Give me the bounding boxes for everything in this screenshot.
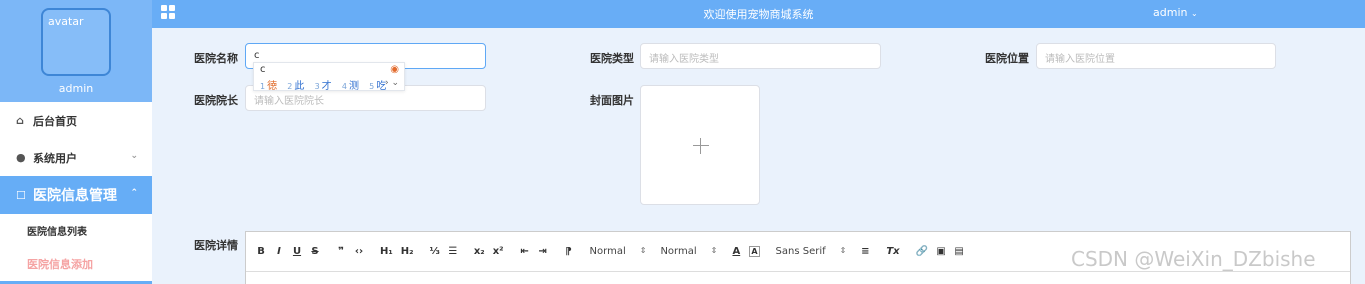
hospital-director-placeholder: 请输入医院院长 (254, 96, 324, 107)
link-icon[interactable]: 🔗 (916, 246, 928, 257)
hospital-type-input[interactable]: 请输入医院类型 (640, 43, 881, 69)
select-arrow-icon: ⇕ (639, 246, 647, 255)
hospital-location-label: 医院位置 (985, 52, 1029, 65)
outdent-button[interactable]: ⇤ (520, 246, 530, 257)
background-color-button[interactable]: A (749, 246, 760, 257)
menu-item-label: 后台首页 (33, 114, 77, 128)
ime-candidates: 1徳 2此 3才 4测 5吃 (260, 77, 393, 92)
video-icon[interactable]: ▤ (954, 246, 964, 257)
ime-candidate[interactable]: 5吃 (369, 81, 386, 92)
font-color-button[interactable]: A (731, 246, 741, 257)
menu-item-label: 系统用户 (33, 151, 77, 165)
hospital-location-input[interactable]: 请输入医院位置 (1036, 43, 1276, 69)
plus-icon (693, 138, 709, 154)
blockquote-button[interactable]: ❞ (336, 246, 346, 257)
header-1-button[interactable]: H₁ (380, 246, 393, 257)
ime-candidate[interactable]: 1徳 (260, 81, 277, 92)
ime-candidate-popup: c ◉ 1徳 2此 3才 4测 5吃 › ⌄ (253, 62, 405, 92)
bold-button[interactable]: B (256, 246, 266, 257)
header-select[interactable]: Normal ⇕ (660, 246, 717, 257)
align-button[interactable]: ≡ (860, 246, 870, 257)
ime-typed-text: c (260, 64, 266, 75)
chevron-up-icon: ⌃ (130, 188, 138, 198)
hospital-detail-label: 医院详情 (194, 239, 238, 252)
select-arrow-icon: ⇕ (710, 246, 718, 255)
edit-icon: ☐ (16, 188, 26, 202)
ime-candidate[interactable]: 2此 (287, 81, 304, 92)
ime-page-nav[interactable]: › ⌄ (385, 78, 399, 88)
menu-item-hospital-info[interactable]: ☐ 医院信息管理 ⌃ (0, 176, 152, 214)
submenu-item-hospital-list[interactable]: 医院信息列表 (0, 214, 152, 247)
subscript-button[interactable]: x₂ (474, 246, 485, 257)
submenu-item-hospital-add[interactable]: 医院信息添加 (0, 247, 152, 280)
text-direction-button[interactable]: ⁋ (564, 246, 574, 257)
menu-item-label: 医院信息管理 (33, 188, 117, 204)
font-select-value: Sans Serif (775, 246, 826, 257)
eye-icon[interactable]: ◉ (390, 64, 399, 75)
clean-format-button[interactable]: Tx (886, 246, 899, 257)
font-select[interactable]: Sans Serif ⇕ (776, 246, 847, 257)
select-arrow-icon: ⇕ (839, 246, 847, 255)
ordered-list-button[interactable]: ⅓ (430, 246, 440, 257)
watermark: CSDN @WeiXin_DZbishe (1071, 247, 1316, 271)
hospital-type-placeholder: 请输入医院类型 (649, 54, 719, 65)
header-select-value: Normal (660, 246, 697, 257)
size-select-value: Normal (589, 246, 626, 257)
ime-candidate[interactable]: 3才 (315, 81, 332, 92)
ime-candidate[interactable]: 4测 (342, 81, 359, 92)
hospital-name-value: c (254, 50, 260, 61)
sidebar: avatar admin ⌂ 后台首页 ● 系统用户 ⌄ ☐ 医院信息管理 ⌃ … (0, 0, 152, 284)
avatar-alt-text: avatar (48, 15, 84, 28)
menu-item-home[interactable]: ⌂ 后台首页 (0, 102, 152, 139)
avatar[interactable]: avatar (41, 8, 111, 76)
cover-image-label: 封面图片 (590, 94, 634, 107)
italic-button[interactable]: I (274, 246, 284, 257)
home-icon: ⌂ (16, 114, 24, 127)
superscript-button[interactable]: x² (493, 246, 504, 257)
header-2-button[interactable]: H₂ (401, 246, 414, 257)
sidebar-header: avatar admin (0, 0, 152, 102)
cover-image-upload[interactable] (640, 85, 760, 205)
user-icon: ● (16, 151, 26, 164)
sidebar-username: admin (58, 82, 94, 95)
user-menu-label: admin (1153, 6, 1188, 19)
hospital-type-label: 医院类型 (590, 52, 634, 65)
code-block-button[interactable]: ‹› (354, 246, 364, 257)
size-select[interactable]: Normal ⇕ (590, 246, 647, 257)
image-icon[interactable]: ▣ (936, 246, 946, 257)
chevron-down-icon: ⌄ (1190, 9, 1198, 18)
underline-button[interactable]: U (292, 246, 302, 257)
hospital-location-placeholder: 请输入医院位置 (1045, 54, 1115, 65)
menu-item-system-users[interactable]: ● 系统用户 ⌄ (0, 139, 152, 176)
user-menu[interactable]: admin ⌄ (1153, 6, 1198, 19)
indent-button[interactable]: ⇥ (538, 246, 548, 257)
bullet-list-button[interactable]: ☰ (448, 246, 458, 257)
hospital-name-label: 医院名称 (194, 52, 238, 65)
hospital-director-label: 医院院长 (194, 94, 238, 107)
topbar: 欢迎使用宠物商城系统 admin ⌄ (152, 0, 1365, 28)
chevron-down-icon: ⌄ (130, 151, 138, 161)
strike-button[interactable]: S (310, 246, 320, 257)
